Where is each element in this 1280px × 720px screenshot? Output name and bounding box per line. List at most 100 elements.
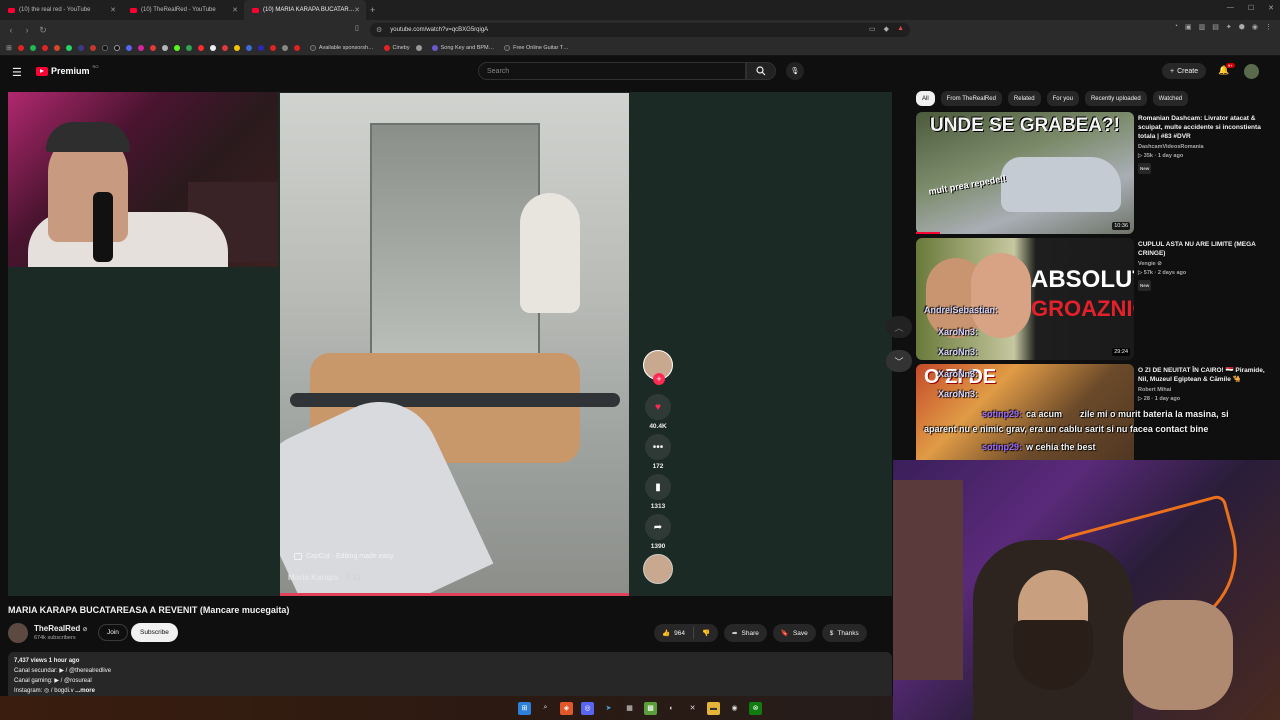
minimize-icon[interactable]: —: [1227, 4, 1234, 12]
tab-close-icon[interactable]: ✕: [110, 6, 116, 14]
bookmark-item[interactable]: Free Online Guitar T…: [504, 44, 569, 51]
instagram-icon[interactable]: [137, 44, 144, 51]
xbox-icon[interactable]: ⊗: [749, 701, 762, 715]
search-input[interactable]: Search: [478, 62, 746, 80]
bookmark-icon[interactable]: [233, 44, 240, 51]
site-info-icon[interactable]: ⚙: [376, 26, 382, 34]
app-icon[interactable]: ✕: [686, 702, 699, 715]
tiktok-icon[interactable]: [113, 44, 120, 51]
channel-name[interactable]: TheRealRed ⊘: [34, 624, 88, 633]
menu-icon[interactable]: ⋮: [1265, 23, 1272, 31]
bookmark-icon[interactable]: [149, 44, 156, 51]
join-button[interactable]: Join: [98, 624, 128, 641]
whatsapp-icon[interactable]: [65, 44, 72, 51]
recommendation-channel[interactable]: Vengie ⊘: [1138, 260, 1268, 269]
adblock-icon[interactable]: ⬢: [1239, 23, 1245, 31]
youtube-logo[interactable]: Premium RO: [36, 64, 99, 76]
bookmark-item[interactable]: Available sponsorsh…: [309, 44, 374, 51]
address-bar[interactable]: ⚙ youtube.com/watch?v=qcBXG5rqigA ▭ ◆ ▲: [370, 23, 910, 37]
bookmark-icon[interactable]: [245, 44, 252, 51]
app-icon[interactable]: ◐: [665, 702, 678, 715]
windows-start-icon[interactable]: ⊞: [518, 701, 531, 715]
dislike-button[interactable]: 👎: [694, 629, 718, 637]
bookmark-icon[interactable]: [53, 44, 60, 51]
chevron-up-icon[interactable]: ︿: [886, 316, 912, 338]
bookmark-icon[interactable]: [185, 44, 192, 51]
obs-icon[interactable]: ◉: [728, 702, 741, 715]
kick-icon[interactable]: [173, 44, 180, 51]
bookmark-icon[interactable]: [293, 44, 300, 51]
chevron-down-icon[interactable]: ﹀: [886, 350, 912, 372]
profile-icon[interactable]: ◉: [1252, 23, 1258, 31]
bookmark-icon[interactable]: [281, 44, 288, 51]
thanks-button[interactable]: $ Thanks: [821, 624, 867, 642]
back-icon[interactable]: ‹: [6, 25, 16, 35]
minecraft-icon[interactable]: ▩: [644, 701, 657, 715]
hamburger-menu-icon[interactable]: ☰: [12, 66, 22, 79]
maximize-icon[interactable]: ☐: [1248, 4, 1254, 12]
description-box[interactable]: 7,437 views 1 hour ago Canal secundar: ▶…: [8, 652, 892, 700]
sidebar-icon[interactable]: ▥: [1199, 23, 1206, 31]
shield-icon[interactable]: ◆: [884, 25, 889, 33]
forward-icon[interactable]: ›: [22, 25, 32, 35]
save-button[interactable]: 🔖 Save: [772, 624, 816, 642]
browser-tab-active[interactable]: (10) MARIA KARAPA BUCATAR… ✕: [244, 0, 366, 20]
video-thumbnail[interactable]: UNDE SE GRABEA?! mult prea repede!! 10:3…: [916, 112, 1134, 234]
chat-icon[interactable]: ◔: [1174, 23, 1178, 31]
create-button[interactable]: + Create: [1162, 63, 1207, 79]
share-button[interactable]: ➦ Share: [724, 624, 767, 642]
account-avatar[interactable]: [1244, 64, 1259, 79]
app-icon[interactable]: ▦: [623, 702, 636, 715]
chip-from-channel[interactable]: From TheRealRed: [940, 91, 1002, 106]
bookmark-icon[interactable]: [17, 44, 24, 51]
bookmark-icon[interactable]: [415, 44, 422, 51]
screenshot-icon[interactable]: ▣: [1185, 23, 1192, 31]
bookmark-page-icon[interactable]: ▯: [355, 24, 359, 32]
bookmark-icon[interactable]: [257, 44, 264, 51]
browser-tab[interactable]: (10) TheRealRed - YouTube ✕: [122, 0, 244, 20]
spotify-icon[interactable]: [29, 44, 36, 51]
bookmark-icon[interactable]: [77, 44, 84, 51]
tab-close-icon[interactable]: ✕: [354, 6, 360, 14]
media-icon[interactable]: ▤: [1212, 23, 1219, 31]
recommendation-title[interactable]: CUPLUL ASTA NU ARE LIMITE (MEGA CRINGE): [1138, 240, 1268, 258]
search-button[interactable]: [746, 62, 776, 80]
bookmark-icon[interactable]: [221, 44, 228, 51]
chip-for-you[interactable]: For you: [1046, 91, 1079, 106]
like-button[interactable]: 👍 964: [654, 627, 694, 639]
recommendation-title[interactable]: Romanian Dashcam: Livrator atacat & scui…: [1138, 114, 1268, 141]
recommendation-item[interactable]: ABSOLUT GROAZNIC 29:24 CUPLUL ASTA NU AR…: [916, 238, 1276, 362]
channel-avatar[interactable]: [8, 623, 28, 643]
reload-icon[interactable]: ↻: [38, 25, 48, 36]
brave-icon[interactable]: ◈: [560, 701, 573, 715]
telegram-icon[interactable]: ➤: [602, 702, 615, 715]
show-more-link[interactable]: ...more: [75, 688, 95, 694]
subscribe-button[interactable]: Subscribe: [131, 623, 178, 642]
extension-red-icon[interactable]: ▲: [897, 25, 904, 33]
voice-search-button[interactable]: 🎙: [786, 62, 804, 80]
search-icon[interactable]: ⌕: [539, 702, 552, 715]
bookmark-icon[interactable]: [209, 44, 216, 51]
gmail-icon[interactable]: [89, 44, 96, 51]
chip-related[interactable]: Related: [1007, 91, 1041, 106]
chip-all[interactable]: All: [916, 91, 935, 106]
x-icon[interactable]: [101, 44, 108, 51]
cast-icon[interactable]: ▭: [869, 25, 876, 33]
apps-icon[interactable]: ⊞: [6, 44, 12, 52]
new-tab-icon[interactable]: +: [370, 5, 375, 15]
bookmark-icon[interactable]: [161, 44, 168, 51]
folder-icon[interactable]: ▬: [707, 701, 720, 715]
video-thumbnail[interactable]: ABSOLUT GROAZNIC 29:24: [916, 238, 1134, 360]
recommendation-title[interactable]: O ZI DE NEUITAT ÎN CAIRO! 🇪🇬 Piramide, N…: [1138, 366, 1268, 384]
bookmark-icon[interactable]: [197, 44, 204, 51]
recommendation-channel[interactable]: Robert Mihai: [1138, 386, 1268, 395]
recommendation-item[interactable]: UNDE SE GRABEA?! mult prea repede!! 10:3…: [916, 112, 1276, 236]
tab-close-icon[interactable]: ✕: [232, 6, 238, 14]
bookmark-icon[interactable]: [41, 44, 48, 51]
discord-icon[interactable]: ◎: [581, 701, 594, 715]
browser-tab[interactable]: (10) the real red - YouTube ✕: [0, 0, 122, 20]
puzzle-icon[interactable]: ✦: [1226, 23, 1232, 31]
bookmark-item[interactable]: Song Key and BPM…: [431, 44, 494, 51]
chip-watched[interactable]: Watched: [1152, 91, 1189, 106]
close-window-icon[interactable]: ✕: [1268, 4, 1274, 12]
